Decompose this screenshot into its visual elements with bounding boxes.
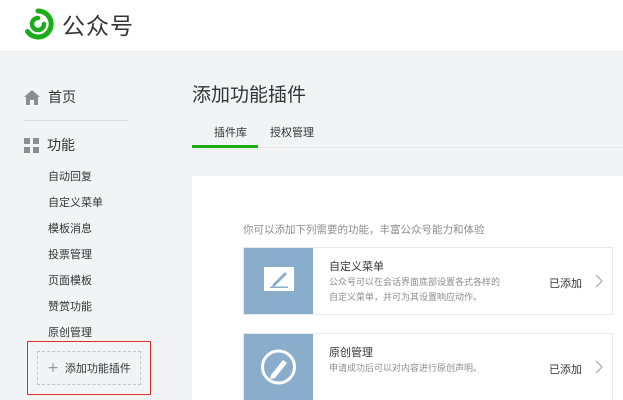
plugin-thumbnail: [244, 334, 313, 400]
pen-circle-icon: [261, 349, 296, 385]
sidebar-item-original[interactable]: 原创管理: [48, 324, 92, 340]
sidebar-section-functions[interactable]: 功能: [24, 134, 75, 156]
plugin-status: 已添加: [549, 363, 582, 376]
plugin-hint: 你可以添加下列需要的功能，丰富公众号能力和体验: [243, 224, 485, 236]
sidebar-divider: [24, 120, 128, 121]
sidebar: 首页 功能 自动回复 自定义菜单 模板消息 投票管理 页面模板 赞赏功能 原创管…: [0, 52, 160, 400]
grid-icon: [24, 137, 39, 153]
plugin-panel: 你可以添加下列需要的功能，丰富公众号能力和体验 自定义菜单 公众号可以在会话界面…: [192, 176, 623, 400]
sidebar-item-appreciation[interactable]: 赞赏功能: [48, 298, 92, 314]
main-content: 添加功能插件 插件库 授权管理 你可以添加下列需要的功能，丰富公众号能力和体验 …: [160, 52, 623, 400]
sidebar-section-label: 功能: [47, 138, 75, 154]
sidebar-item-template-message[interactable]: 模板消息: [48, 220, 92, 236]
plugin-description: 公众号可以在会话界面底部设置各式各样的: [329, 278, 501, 288]
active-tab-indicator: [192, 145, 258, 148]
plugin-card-custom-menu[interactable]: 自定义菜单 公众号可以在会话界面底部设置各式各样的 自定义菜单，并可为其设置响应…: [243, 247, 613, 315]
plugin-name: 原创管理: [329, 346, 373, 359]
chevron-right-icon[interactable]: [595, 360, 603, 374]
top-bar: 公众号: [0, 0, 623, 52]
plugin-description-line2: 自定义菜单，并可为其设置响应动作。: [329, 293, 483, 303]
plugin-description: 申请成功后可以对内容进行原创声明。: [329, 364, 483, 374]
sidebar-item-label: 首页: [48, 90, 76, 106]
plugin-card-original[interactable]: 原创管理 申请成功后可以对内容进行原创声明。 已添加: [243, 333, 613, 400]
add-plugin-button[interactable]: + 添加功能插件: [37, 351, 141, 385]
sidebar-item-page-template[interactable]: 页面模板: [48, 272, 92, 288]
pencil-note-icon: [264, 267, 294, 291]
sidebar-item-auto-reply[interactable]: 自动回复: [48, 168, 92, 184]
wechat-logo-icon[interactable]: [22, 8, 54, 40]
page-title: 添加功能插件: [192, 84, 307, 106]
sidebar-item-vote[interactable]: 投票管理: [48, 246, 92, 262]
tab-bar: 插件库 授权管理: [192, 120, 623, 148]
plugin-name: 自定义菜单: [329, 260, 384, 273]
add-plugin-label: 添加功能插件: [64, 362, 131, 375]
sidebar-item-custom-menu[interactable]: 自定义菜单: [48, 194, 103, 210]
add-plugin-highlight: + 添加功能插件: [27, 341, 151, 395]
plugin-thumbnail: [244, 248, 313, 314]
tab-authorization[interactable]: 授权管理: [270, 124, 314, 140]
home-icon: [24, 89, 40, 105]
tab-plugin-library[interactable]: 插件库: [214, 124, 247, 140]
chevron-right-icon[interactable]: [595, 274, 603, 288]
sidebar-item-home[interactable]: 首页: [24, 86, 76, 108]
brand-title[interactable]: 公众号: [62, 7, 134, 41]
plus-icon: +: [47, 360, 59, 376]
plugin-status: 已添加: [549, 277, 582, 290]
